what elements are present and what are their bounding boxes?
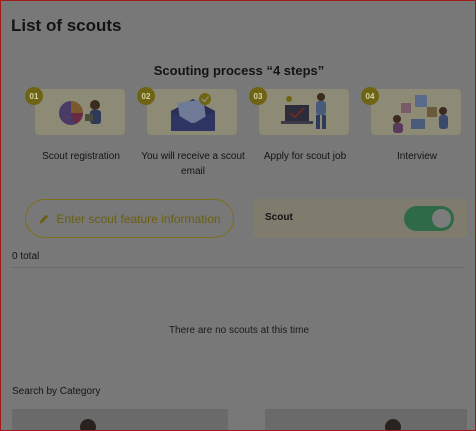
step-3: 03 Apply for scout job: [249, 87, 361, 164]
step-label: Apply for scout job: [263, 151, 347, 162]
chart-person-illustration: 01: [25, 87, 125, 135]
scout-toggle-label: Scout: [265, 212, 293, 223]
scout-toggle-switch[interactable]: [404, 206, 454, 231]
person-photo: [385, 419, 401, 430]
search-by-category-heading: Search by Category: [12, 386, 101, 397]
empty-state-message: There are no scouts at this time: [168, 325, 310, 336]
pencil-icon: [39, 214, 49, 223]
step-number-badge: 02: [137, 87, 155, 105]
step-2: 02 You will receive a scout email: [137, 87, 249, 179]
step-label: Interview: [396, 151, 437, 162]
step-4: 04 Interview: [361, 87, 473, 164]
divider: [12, 267, 464, 268]
email-illustration: 02: [137, 87, 237, 135]
person-photo: [80, 419, 96, 430]
step-number-badge: 03: [249, 87, 267, 105]
step-number-badge: 04: [361, 87, 379, 105]
total-count: 0 total: [12, 251, 40, 262]
enter-scout-feature-label: Enter scout feature information: [56, 211, 221, 226]
step-label: You will receive a scout email: [141, 151, 245, 177]
toggle-knob: [432, 209, 451, 228]
process-title: Scouting process “4 steps”: [153, 63, 325, 78]
page-title: List of scouts: [11, 16, 122, 35]
scout-toggle-card: Scout: [253, 199, 467, 238]
laptop-person-illustration: 03: [249, 87, 349, 135]
category-card-image[interactable]: [12, 409, 228, 430]
step-number-badge: 01: [25, 87, 43, 105]
category-card-image[interactable]: [265, 409, 467, 430]
step-1: 01 Scout registration: [25, 87, 137, 164]
app-frame: List of scouts Scouting process “4 steps…: [0, 0, 476, 431]
enter-scout-feature-button[interactable]: Enter scout feature information: [25, 199, 234, 238]
puzzle-people-illustration: 04: [361, 87, 461, 135]
step-label: Scout registration: [42, 151, 120, 162]
